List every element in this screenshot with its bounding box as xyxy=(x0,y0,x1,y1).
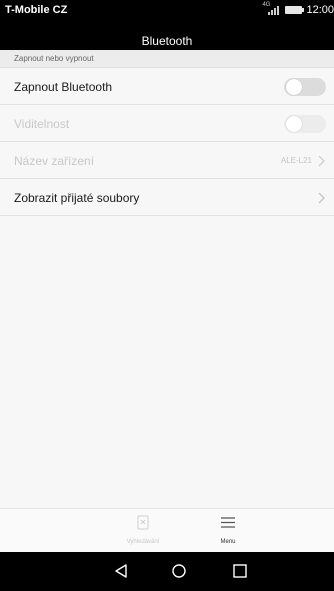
row-label: Zapnout Bluetooth xyxy=(14,80,113,94)
settings-list: Zapnout Bluetooth Viditelnost Název zaří… xyxy=(0,68,334,508)
clock: 12:00 xyxy=(306,4,334,16)
section-header: Zapnout nebo vypnout xyxy=(0,50,334,68)
section-label: Zapnout nebo vypnout xyxy=(14,54,94,63)
search-button[interactable]: Vyhledávání xyxy=(113,515,173,545)
back-button[interactable] xyxy=(91,552,151,591)
navigation-bar xyxy=(0,552,334,591)
device-name-value: ALE-L21 xyxy=(280,156,312,165)
chevron-right-icon xyxy=(318,192,325,204)
signal-icon: 4G xyxy=(262,2,280,15)
menu-button[interactable]: Menu xyxy=(198,515,258,545)
row-label: Název zařízení xyxy=(14,154,95,168)
visibility-toggle[interactable] xyxy=(284,115,326,133)
recent-apps-button[interactable] xyxy=(210,552,270,591)
status-indicators: 4G 12:00 xyxy=(262,2,334,16)
menu-icon xyxy=(221,517,235,528)
search-device-icon xyxy=(137,515,149,530)
home-icon xyxy=(172,564,186,578)
recent-apps-icon xyxy=(233,564,247,578)
bottom-action-bar: Vyhledávání Menu xyxy=(0,508,334,552)
chevron-right-icon xyxy=(318,155,325,167)
bluetooth-toggle[interactable] xyxy=(284,78,326,96)
home-button[interactable] xyxy=(149,552,209,591)
back-icon xyxy=(115,564,127,578)
carrier-name: T-Mobile CZ xyxy=(5,4,68,16)
menu-label: Menu xyxy=(220,539,236,545)
search-label: Vyhledávání xyxy=(126,539,160,545)
row-label: Viditelnost xyxy=(14,117,70,131)
row-bluetooth-toggle[interactable]: Zapnout Bluetooth xyxy=(0,68,334,105)
row-label: Zobrazit přijaté soubory xyxy=(14,191,140,205)
row-device-name[interactable]: Název zařízení ALE-L21 xyxy=(0,142,334,179)
status-bar: T-Mobile CZ 4G 12:00 xyxy=(0,0,334,22)
row-visibility[interactable]: Viditelnost xyxy=(0,105,334,142)
row-received-files[interactable]: Zobrazit přijaté soubory xyxy=(0,179,334,216)
battery-icon xyxy=(285,6,305,14)
